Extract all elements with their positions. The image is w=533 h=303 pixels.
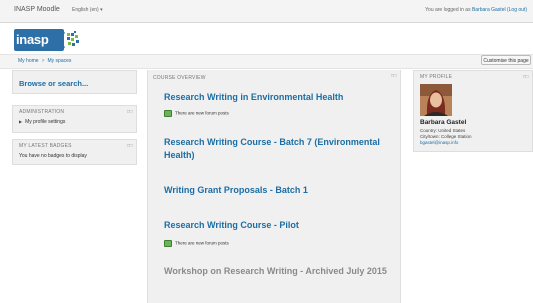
block-actions-icon[interactable]: □□ [127, 143, 133, 149]
course-link[interactable]: Writing Grant Proposals - Batch 1 [164, 184, 392, 197]
my-profile-block: MY PROFILE □□ Barbara Gastel Country: Un… [413, 70, 533, 152]
course-link[interactable]: Research Writing Course - Pilot [164, 219, 392, 232]
badges-title: MY LATEST BADGES [19, 143, 72, 149]
avatar[interactable] [420, 84, 452, 116]
breadcrumb: My home > My spaces [18, 58, 71, 64]
profile-name: Barbara Gastel [420, 119, 467, 126]
forum-notice-text: There are new forum posts [175, 240, 229, 246]
logo-text: inasp [14, 29, 64, 51]
logout-link[interactable]: (Log out) [506, 7, 527, 13]
badges-empty-text: You have no badges to display [19, 153, 87, 159]
forum-icon [164, 240, 172, 247]
customise-page-button[interactable]: Customise this page [481, 55, 531, 65]
profile-city: City/town: College Station [420, 134, 472, 139]
language-menu[interactable]: English (en) ▾ [72, 7, 103, 13]
my-profile-title: MY PROFILE [420, 74, 453, 80]
administration-title: ADMINISTRATION [19, 109, 65, 115]
profile-email-link[interactable]: bgastel@inasp.info [420, 140, 458, 145]
profile-photo [420, 84, 452, 116]
breadcrumb-my-spaces[interactable]: My spaces [47, 58, 71, 64]
forum-icon [164, 110, 172, 117]
course-link[interactable]: Research Writing Course - Batch 7 (Envir… [164, 136, 392, 162]
forum-notice[interactable]: There are new forum posts [164, 240, 229, 247]
logo-mark-icon [62, 31, 79, 49]
profile-country: Country: United States [420, 128, 466, 133]
logged-in-text: You are logged in as [425, 7, 472, 13]
latest-badges-block: MY LATEST BADGES □□ You have no badges t… [12, 139, 137, 165]
browse-block: Browse or search... [12, 70, 137, 94]
user-name-link[interactable]: Barbara Gastel [472, 7, 506, 13]
breadcrumb-bar: My home > My spaces [0, 54, 533, 69]
block-actions-icon[interactable]: □□ [523, 74, 529, 80]
breadcrumb-separator: > [41, 58, 45, 64]
administration-block: ADMINISTRATION □□ ▶ My profile settings [12, 105, 137, 133]
browse-search-link[interactable]: Browse or search... [19, 79, 88, 88]
expand-arrow-icon: ▶ [19, 119, 23, 124]
block-actions-icon[interactable]: □□ [127, 109, 133, 115]
forum-notice[interactable]: There are new forum posts [164, 110, 229, 117]
course-overview-block: COURSE OVERVIEW □□ Research Writing in E… [147, 70, 401, 303]
block-actions-icon[interactable]: □□ [391, 73, 397, 79]
course-link-archived[interactable]: Workshop on Research Writing - Archived … [164, 265, 392, 278]
course-overview-title: COURSE OVERVIEW [153, 75, 206, 81]
login-info: You are logged in as Barbara Gastel (Log… [425, 7, 527, 13]
site-name-link[interactable]: INASP Moodle [14, 6, 60, 13]
inasp-logo[interactable]: inasp [14, 29, 81, 51]
admin-item-profile-settings[interactable]: ▶ My profile settings [19, 119, 65, 125]
breadcrumb-my-home[interactable]: My home [18, 58, 39, 64]
forum-notice-text: There are new forum posts [175, 110, 229, 116]
top-navbar: INASP Moodle English (en) ▾ You are logg… [0, 0, 533, 23]
admin-item-label: My profile settings [25, 119, 66, 125]
course-link[interactable]: Research Writing in Environmental Health [164, 91, 392, 104]
